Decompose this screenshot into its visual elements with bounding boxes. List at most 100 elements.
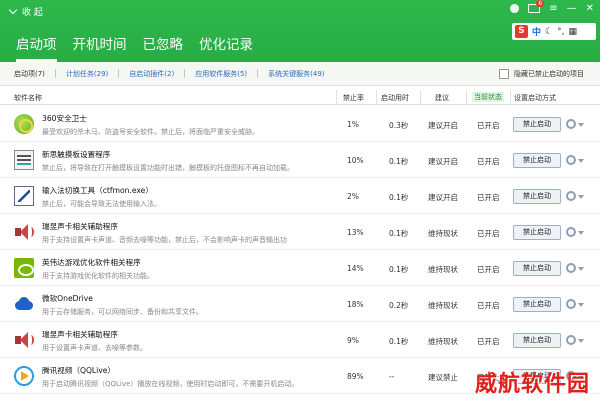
onedrive-icon [14, 294, 34, 314]
chevron-down-icon[interactable] [578, 267, 584, 271]
skin-icon[interactable] [510, 4, 520, 13]
menu-icon[interactable]: ≡ [549, 3, 557, 14]
collapse-label: 收 起 [22, 8, 43, 18]
table-row: 360安全卫士 最受欢迎的杀木马、防盗号安全软件。禁止后，将面临严重安全威胁。 1%… [0, 106, 600, 142]
ime-moon[interactable]: ☾ [545, 27, 553, 37]
gear-icon[interactable] [566, 119, 576, 129]
app-name: 瑞昱声卡相关辅助程序 [42, 222, 118, 231]
speaker-icon [14, 222, 34, 242]
chevron-down-icon[interactable] [578, 123, 584, 127]
status-text: 已开启 [477, 193, 500, 202]
app-description: 用于云存储服务，可以网络同步、备份和共享文件。 [42, 308, 203, 316]
main-tabs: 启动项 开机时间 已忽略 优化记录 [16, 33, 253, 62]
col-boot-time[interactable]: 启动用时 [381, 93, 409, 103]
divider [257, 69, 259, 78]
gear-icon[interactable] [566, 191, 576, 201]
gear-icon[interactable] [566, 227, 576, 237]
divider [466, 90, 467, 105]
boot-time: 0.1秒 [389, 157, 409, 166]
chevron-down-icon[interactable] [578, 231, 584, 235]
app-name: 360安全卫士 [42, 114, 87, 123]
toggle-startup-button[interactable]: 禁止启动 [513, 189, 561, 204]
chevron-down-icon[interactable] [578, 159, 584, 163]
mail-badge: 6 [536, 0, 545, 7]
suggestion: 建议禁止 [428, 373, 458, 382]
divider [118, 69, 120, 78]
boot-time: 0.2秒 [389, 301, 409, 310]
col-name: 软件名称 [14, 94, 42, 102]
table-row: 瑞昱声卡相关辅助程序 用于支持设置声卡声道、音频去噪等功能，禁止后，不会影响声卡的… [0, 214, 600, 250]
disable-rate: 13% [347, 228, 364, 237]
status-text: 已开启 [477, 301, 500, 310]
hide-disabled-checkbox[interactable] [499, 69, 509, 79]
col-setting: 设置启动方式 [514, 94, 556, 102]
table-row: 英伟达游戏优化软件相关程序 用于支持游戏优化软件的相关功能。 14% 0.1秒 维持现状… [0, 250, 600, 286]
table-row: 瑞昱声卡相关辅助程序 用于设置声卡声道、去噪等参数。 9% 0.1秒 维持现状 已开启 禁止… [0, 322, 600, 358]
tab-startup[interactable]: 启动项 [16, 33, 57, 62]
nav-app-services[interactable]: 应用软件服务(5) [195, 69, 247, 79]
nvidia-icon [14, 258, 34, 278]
table-row: 新思触摸板设置程序 禁止后，将导致在打开触摸板设置功能时出错，触摸板的托盘图标不再… [0, 142, 600, 178]
nav-plugins[interactable]: 自启动插件(2) [129, 69, 174, 79]
ime-mode[interactable]: 中 [532, 25, 541, 38]
col-suggest: 建议 [435, 94, 449, 102]
divider [336, 90, 337, 105]
status-text: 已开启 [477, 337, 500, 346]
gear-icon[interactable] [566, 155, 576, 165]
disable-rate: 14% [347, 264, 364, 273]
app-name: 腾讯视频（QQLive） [42, 366, 116, 375]
tab-boot-time[interactable]: 开机时间 [73, 33, 127, 62]
nav-system-services[interactable]: 系统关键服务(49) [268, 69, 324, 79]
gear-icon[interactable] [566, 299, 576, 309]
disable-rate: 10% [347, 156, 364, 165]
gear-icon[interactable] [566, 335, 576, 345]
toggle-startup-button[interactable]: 禁止启动 [513, 297, 561, 312]
divider [510, 90, 511, 105]
toggle-startup-button[interactable]: 禁止启动 [513, 153, 561, 168]
chevron-down-icon[interactable] [578, 303, 584, 307]
disable-rate: 1% [347, 120, 359, 129]
divider [184, 69, 186, 78]
divider [376, 90, 377, 105]
minimize-icon[interactable]: — [567, 3, 577, 14]
app-name: 瑞昱声卡相关辅助程序 [42, 330, 118, 339]
hide-disabled-toggle[interactable]: 隐藏已禁止启动的项目 [499, 69, 584, 79]
toggle-startup-button[interactable]: 禁止启动 [513, 261, 561, 276]
app-description: 禁止后，可能会导致无法使用输入法。 [42, 200, 161, 208]
tab-history[interactable]: 优化记录 [199, 33, 253, 62]
chevron-down-icon[interactable] [578, 339, 584, 343]
toggle-startup-button[interactable]: 禁止启动 [513, 117, 561, 132]
hide-disabled-label: 隐藏已禁止启动的项目 [514, 70, 584, 78]
nav-startup-items[interactable]: 启动项(7) [14, 69, 45, 79]
suggestion: 维持现状 [428, 337, 458, 346]
ime-punct[interactable]: °, [557, 27, 564, 37]
qqlive-icon [14, 366, 34, 386]
app-name: 英伟达游戏优化软件相关程序 [42, 258, 141, 267]
status-text: 已开启 [477, 265, 500, 274]
gear-icon[interactable] [566, 263, 576, 273]
disable-rate: 89% [347, 372, 364, 381]
col-disable-rate[interactable]: 禁止率 [343, 93, 364, 103]
tab-ignored[interactable]: 已忽略 [143, 33, 184, 62]
collapse-button[interactable]: 收 起 [8, 5, 43, 18]
status-text: 已开启 [477, 229, 500, 238]
speaker-icon [14, 330, 34, 350]
startup-list: 360安全卫士 最受欢迎的杀木马、防盗号安全软件。禁止后，将面临严重安全威胁。 1%… [0, 106, 600, 394]
suggestion: 维持现状 [428, 229, 458, 238]
nav-scheduled-tasks[interactable]: 计划任务(29) [66, 69, 108, 79]
table-row: 输入法切换工具（ctfmon.exe） 禁止后，可能会导致无法使用输入法。 2% 0.… [0, 178, 600, 214]
mail-icon[interactable]: 6 [528, 0, 545, 13]
col-status[interactable]: 当前状态 [472, 92, 504, 102]
chevron-down-icon[interactable] [578, 195, 584, 199]
disable-rate: 2% [347, 192, 359, 201]
toggle-startup-button[interactable]: 禁止启动 [513, 225, 561, 240]
boot-time: -- [389, 372, 395, 381]
toggle-startup-button[interactable]: 禁止启动 [513, 333, 561, 348]
suggestion: 建议开启 [428, 193, 458, 202]
app-name: 新思触摸板设置程序 [42, 150, 111, 159]
suggestion: 建议开启 [428, 121, 458, 130]
touchpad-icon [14, 150, 34, 170]
close-icon[interactable]: ✕ [586, 3, 594, 14]
ime-skin-icon[interactable]: ▦ [568, 27, 577, 37]
disable-rate: 18% [347, 300, 364, 309]
